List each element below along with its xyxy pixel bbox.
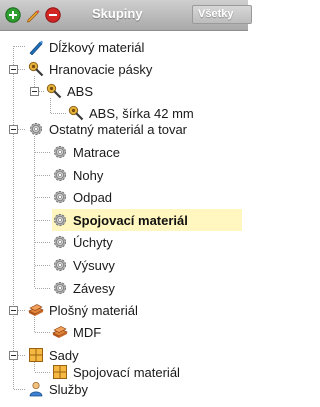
tape-key-icon [28, 61, 44, 77]
gear-icon [54, 191, 66, 203]
tree-item-label: ABS [67, 83, 94, 99]
tree-item-uchyty[interactable]: Úchyty [52, 231, 113, 253]
gear-icon [54, 214, 66, 226]
tree-item-odpad[interactable]: Odpad [52, 186, 112, 208]
gear-icon [54, 236, 66, 248]
tree-item-label: Služby [49, 381, 89, 397]
tree-item-dlzkovy-material[interactable]: Dĺžkový materiál [28, 36, 144, 58]
expander-plosny[interactable] [9, 306, 18, 315]
tree-item-label: Spojovací materiál [73, 364, 180, 380]
toolbar-title: Skupiny [92, 6, 143, 21]
expander-hranovacie[interactable] [9, 65, 18, 74]
tree-item-label: MDF [73, 324, 102, 340]
expander-abs[interactable] [30, 87, 39, 96]
ruler-icon [29, 40, 43, 55]
tree-item-label: Závesy [73, 280, 115, 296]
tree-item-hranovacie-pasky[interactable]: Hranovacie pásky [28, 58, 152, 80]
gear-icon [54, 169, 66, 181]
person-icon [29, 381, 43, 397]
tape-key-icon [46, 83, 62, 99]
tree-item-vysuvy[interactable]: Výsuvy [52, 254, 115, 276]
groups-toolbar: Skupiny Všetky [0, 0, 252, 31]
set-icon [29, 348, 43, 362]
tree-item-label: Úchyty [73, 234, 113, 250]
tree-item-matrace[interactable]: Matrace [52, 141, 120, 163]
boards-icon [28, 304, 44, 316]
tree-item-nohy[interactable]: Nohy [52, 164, 103, 186]
tree-item-spojovaci-material[interactable]: Spojovací materiál [52, 209, 242, 231]
tree-item-plosny-material[interactable]: Plošný materiál [28, 299, 138, 321]
add-icon[interactable] [5, 7, 21, 23]
tree-item-ostatny-material[interactable]: Ostatný materiál a tovar [28, 118, 187, 140]
tree-item-label: Nohy [73, 167, 104, 183]
gear-icon [54, 282, 66, 294]
tree-item-label: Dĺžkový materiál [49, 39, 145, 55]
expander-ostatny[interactable] [9, 125, 18, 134]
tree-item-label: Spojovací materiál [73, 212, 188, 228]
tree-item-mdf[interactable]: MDF [52, 321, 101, 343]
tree-item-label: Výsuvy [73, 257, 115, 273]
expander-sady[interactable] [9, 351, 18, 360]
gear-icon [30, 123, 42, 135]
tree-item-label: Odpad [73, 189, 113, 205]
filter-label: Všetky [198, 8, 234, 20]
gear-icon [54, 146, 66, 158]
tree-item-label: Plošný materiál [49, 302, 138, 318]
boards-icon [52, 326, 68, 338]
tree-item-abs[interactable]: ABS [46, 80, 93, 102]
delete-icon[interactable] [45, 7, 61, 23]
edit-icon[interactable] [25, 7, 41, 23]
tree-item-label: Ostatný materiál a tovar [49, 121, 187, 137]
tree-item-label: Matrace [73, 144, 120, 160]
filter-dropdown[interactable]: Všetky [192, 5, 252, 24]
tree-item-sluzby[interactable]: Služby [28, 378, 88, 400]
tree-item-zavesy[interactable]: Závesy [52, 277, 115, 299]
tree-item-label: Hranovacie pásky [49, 61, 153, 77]
gear-icon [54, 259, 66, 271]
